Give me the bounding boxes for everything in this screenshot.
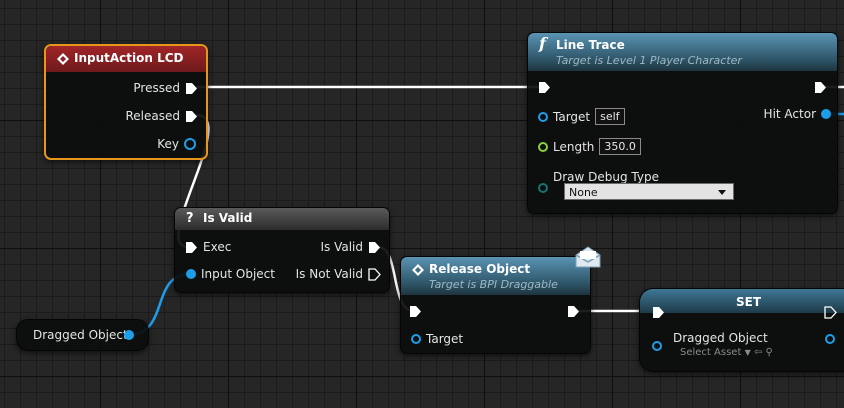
use-selected-arrow-icon[interactable]: ⇦ bbox=[754, 347, 762, 358]
browse-search-icon[interactable]: ⚲ bbox=[765, 347, 772, 358]
set-node[interactable]: SET Dragged Object Select Asset ▼ ⇦ ⚲ bbox=[639, 288, 844, 372]
exec-out-icon[interactable] bbox=[814, 81, 827, 94]
object-pin-connected-icon bbox=[186, 269, 196, 279]
select-asset-dropdown[interactable]: Select Asset ▼ ⇦ ⚲ bbox=[680, 347, 773, 358]
release-target-label: Target bbox=[426, 332, 464, 346]
release-object-subtitle: Target is BPI Draggable bbox=[429, 278, 558, 291]
target-value: self bbox=[595, 108, 625, 125]
exec-label: Exec bbox=[203, 240, 232, 254]
target-label: Target bbox=[553, 109, 591, 124]
enum-pin-icon bbox=[538, 183, 548, 193]
input-action-header: InputAction LCD bbox=[46, 46, 206, 72]
hit-actor-label: Hit Actor bbox=[763, 107, 816, 121]
object-pin-icon bbox=[652, 341, 662, 351]
is-not-valid-label: Is Not Valid bbox=[295, 267, 363, 281]
debug-label: Draw Debug Type bbox=[553, 170, 659, 184]
debug-type-dropdown[interactable]: None bbox=[564, 183, 734, 200]
event-diamond-icon bbox=[57, 53, 69, 65]
target-pin[interactable]: Target self bbox=[538, 108, 625, 125]
object-pin-connected-icon[interactable] bbox=[124, 330, 134, 340]
message-diamond-icon bbox=[412, 264, 424, 276]
set-header: SET bbox=[640, 289, 844, 313]
hit-actor-pin[interactable]: Hit Actor bbox=[764, 107, 831, 121]
set-var-label: Dragged Object bbox=[673, 331, 768, 345]
input-action-node[interactable]: InputAction LCD Pressed Released Key bbox=[44, 44, 208, 160]
exec-in-icon[interactable] bbox=[409, 305, 422, 318]
key-struct-icon bbox=[184, 138, 196, 150]
length-input[interactable]: 350.0 bbox=[599, 138, 641, 155]
line-trace-title: Line Trace bbox=[556, 38, 625, 52]
length-label: Length bbox=[553, 139, 595, 154]
line-trace-subtitle: Target is Level 1 Player Character bbox=[556, 54, 742, 67]
pressed-label: Pressed bbox=[133, 81, 180, 95]
is-valid-out-pin[interactable]: Is Valid bbox=[320, 240, 381, 254]
is-valid-header: ? Is Valid bbox=[175, 208, 389, 230]
release-target-pin[interactable]: Target bbox=[411, 332, 463, 346]
key-label: Key bbox=[157, 137, 179, 151]
input-object-pin[interactable]: Input Object bbox=[186, 267, 275, 281]
dragged-object-getter-node[interactable]: Dragged Object bbox=[16, 319, 149, 351]
input-action-title: InputAction LCD bbox=[74, 51, 184, 65]
pressed-pin[interactable]: Pressed bbox=[133, 81, 198, 95]
exec-out-empty-icon[interactable] bbox=[824, 306, 837, 319]
release-object-node[interactable]: Release Object Target is BPI Draggable T… bbox=[400, 256, 591, 354]
object-pin-icon bbox=[538, 111, 548, 122]
line-trace-node[interactable]: f Line Trace Target is Level 1 Player Ch… bbox=[527, 32, 838, 214]
question-icon: ? bbox=[186, 211, 194, 226]
exec-out-empty-icon bbox=[368, 267, 381, 281]
set-var-pin[interactable] bbox=[652, 341, 662, 351]
exec-in-icon[interactable] bbox=[652, 306, 665, 319]
released-label: Released bbox=[125, 109, 180, 123]
exec-in-icon[interactable] bbox=[538, 81, 551, 94]
exec-out-icon bbox=[186, 82, 197, 94]
object-pin-icon bbox=[411, 334, 421, 344]
debug-type-value: None bbox=[569, 186, 598, 199]
length-pin[interactable]: Length 350.0 bbox=[538, 138, 641, 155]
dropdown-arrow-icon bbox=[718, 190, 726, 195]
is-valid-title: Is Valid bbox=[203, 211, 253, 225]
exec-out-icon bbox=[186, 110, 197, 122]
is-not-valid-out-pin[interactable]: Is Not Valid bbox=[296, 267, 381, 281]
object-out-pin-icon[interactable] bbox=[825, 334, 835, 344]
release-object-header: Release Object Target is BPI Draggable bbox=[401, 257, 590, 295]
object-pin-connected-icon bbox=[821, 109, 831, 119]
input-object-label: Input Object bbox=[201, 267, 275, 281]
select-asset-label: Select Asset bbox=[680, 347, 742, 358]
set-title: SET bbox=[736, 295, 762, 309]
message-envelope-icon bbox=[575, 246, 601, 268]
dragged-object-getter-label: Dragged Object bbox=[33, 328, 128, 342]
function-icon: f bbox=[539, 34, 546, 53]
exec-in-icon bbox=[186, 241, 197, 253]
line-trace-header: f Line Trace Target is Level 1 Player Ch… bbox=[528, 33, 837, 71]
is-valid-node[interactable]: ? Is Valid Exec Input Object Is Valid Is… bbox=[174, 207, 390, 293]
is-valid-label: Is Valid bbox=[320, 240, 363, 254]
release-object-title: Release Object bbox=[429, 262, 531, 276]
chevron-down-icon: ▼ bbox=[744, 348, 751, 357]
exec-out-icon bbox=[369, 241, 380, 253]
released-pin[interactable]: Released bbox=[125, 109, 198, 123]
key-pin[interactable]: Key bbox=[157, 137, 196, 151]
float-pin-icon bbox=[538, 141, 548, 152]
exec-out-icon[interactable] bbox=[567, 305, 580, 318]
is-valid-exec-pin[interactable]: Exec bbox=[185, 240, 231, 254]
